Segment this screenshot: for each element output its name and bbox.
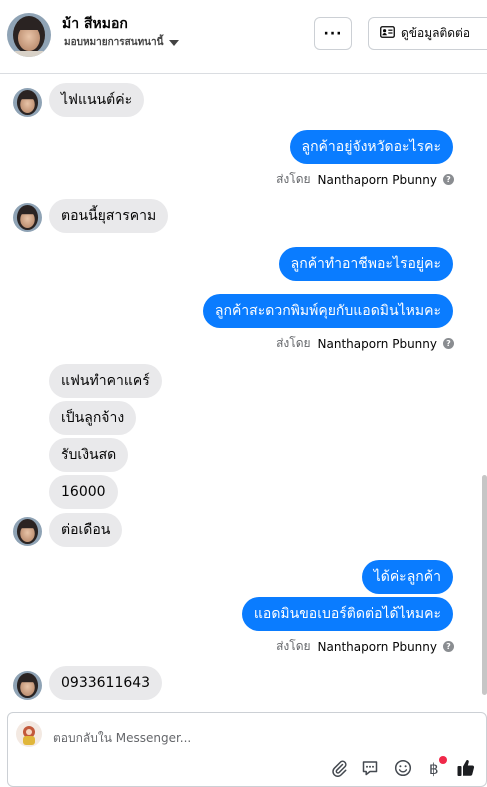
more-options-button[interactable]: ··· bbox=[314, 17, 352, 50]
sender-avatar[interactable] bbox=[13, 203, 42, 232]
saved-replies-icon[interactable] bbox=[359, 757, 381, 779]
page-avatar bbox=[16, 721, 42, 747]
paperclip-icon[interactable] bbox=[328, 757, 350, 779]
message-bubble-incoming[interactable]: ต่อเดือน bbox=[49, 513, 123, 547]
info-icon[interactable]: ? bbox=[443, 338, 454, 349]
emoji-icon[interactable] bbox=[392, 757, 414, 779]
info-icon[interactable]: ? bbox=[443, 174, 454, 185]
message-bubble-outgoing[interactable]: ลูกค้าทำอาชีพอะไรอยู่คะ bbox=[278, 247, 453, 281]
conversation-header: ม้า สีหมอก มอบหมายการสนทนานี้ ··· ดูข้อม… bbox=[0, 0, 487, 74]
assign-conversation-dropdown[interactable]: มอบหมายการสนทนานี้ bbox=[64, 35, 180, 50]
message-bubble-incoming[interactable]: 0933611643 bbox=[49, 666, 163, 700]
message-bubble-incoming[interactable]: แฟนทำคาแคร์ bbox=[49, 364, 162, 398]
sent-by-label: ส่งโดย Nanthaporn Pbunny ? bbox=[276, 334, 454, 353]
sent-by-agent: Nanthaporn Pbunny bbox=[317, 639, 437, 654]
svg-text:฿: ฿ bbox=[429, 760, 439, 777]
sent-by-agent: Nanthaporn Pbunny bbox=[317, 172, 437, 187]
contact-card-icon bbox=[380, 26, 395, 41]
reply-input[interactable]: ตอบกลับใน Messenger... bbox=[53, 729, 191, 748]
sent-by-agent: Nanthaporn Pbunny bbox=[317, 336, 437, 351]
message-bubble-incoming[interactable]: ตอนนี้ยุสารคาม bbox=[49, 199, 169, 233]
caret-down-icon bbox=[169, 40, 180, 46]
message-bubble-outgoing[interactable]: ได้ค่ะลูกค้า bbox=[361, 560, 453, 594]
contact-name: ม้า สีหมอก bbox=[62, 16, 128, 32]
sent-by-prefix: ส่งโดย bbox=[276, 639, 311, 653]
scrollbar-thumb[interactable] bbox=[482, 475, 487, 695]
reply-composer: ตอบกลับใน Messenger... ฿ bbox=[7, 712, 487, 787]
thumbs-up-icon[interactable] bbox=[455, 757, 477, 779]
thread-scrollbar[interactable] bbox=[482, 75, 487, 705]
assign-conversation-label: มอบหมายการสนทนานี้ bbox=[64, 37, 164, 48]
message-bubble-incoming[interactable]: 16000 bbox=[49, 475, 118, 509]
info-icon[interactable]: ? bbox=[443, 641, 454, 652]
message-thread[interactable]: ไฟแนนต์ค่ะ ลูกค้าอยู่จังหวัดอะไรคะ ส่งโด… bbox=[0, 75, 480, 705]
sent-by-prefix: ส่งโดย bbox=[276, 336, 311, 350]
sent-by-label: ส่งโดย Nanthaporn Pbunny ? bbox=[276, 170, 454, 189]
sender-avatar[interactable] bbox=[13, 517, 42, 546]
message-bubble-outgoing[interactable]: แอดมินขอเบอร์ติดต่อได้ไหมคะ bbox=[241, 597, 453, 631]
message-bubble-outgoing[interactable]: ลูกค้าอยู่จังหวัดอะไรคะ bbox=[289, 130, 453, 164]
view-contact-info-label: ดูข้อมูลติดต่อ bbox=[401, 26, 471, 40]
sender-avatar[interactable] bbox=[13, 671, 42, 700]
sent-by-label: ส่งโดย Nanthaporn Pbunny ? bbox=[276, 637, 454, 656]
notification-dot bbox=[439, 756, 447, 764]
message-bubble-incoming[interactable]: เป็นลูกจ้าง bbox=[49, 401, 137, 435]
sender-avatar[interactable] bbox=[13, 88, 42, 117]
ellipsis-icon: ··· bbox=[323, 25, 343, 42]
message-bubble-outgoing[interactable]: ลูกค้าสะดวกพิมพ์คุยกับแอดมินไหมคะ bbox=[202, 294, 453, 328]
contact-avatar[interactable] bbox=[7, 13, 51, 57]
sent-by-prefix: ส่งโดย bbox=[276, 172, 311, 186]
message-bubble-incoming[interactable]: รับเงินสด bbox=[49, 438, 129, 472]
view-contact-info-button[interactable]: ดูข้อมูลติดต่อ bbox=[368, 17, 487, 50]
message-bubble-incoming[interactable]: ไฟแนนต์ค่ะ bbox=[49, 83, 145, 117]
baht-payment-icon[interactable]: ฿ bbox=[423, 756, 447, 779]
